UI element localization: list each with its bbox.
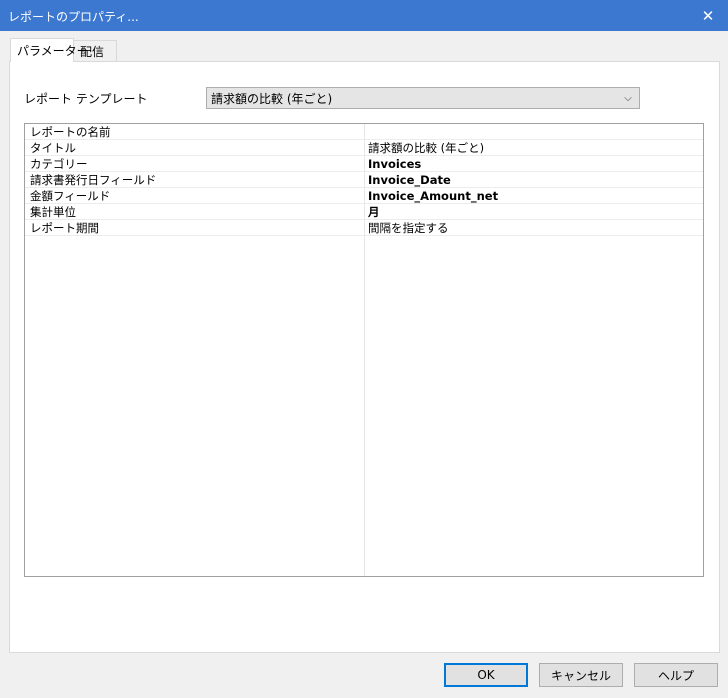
tab-parameters[interactable]: パラメーター	[10, 38, 89, 62]
property-value: Invoice_Date	[368, 173, 451, 187]
property-row-report-period[interactable]: レポート期間 間隔を指定する	[25, 220, 703, 236]
property-row-report-name[interactable]: レポートの名前	[25, 124, 703, 140]
property-row-aggregation-unit[interactable]: 集計単位 月	[25, 204, 703, 220]
property-row-title[interactable]: タイトル 請求額の比較 (年ごと)	[25, 140, 703, 156]
property-value: 請求額の比較 (年ごと)	[368, 141, 485, 155]
property-key: レポートの名前	[30, 125, 111, 139]
title-bar: レポートのプロパティ... ✕	[0, 0, 728, 31]
property-grid: レポートの名前 タイトル 請求額の比較 (年ごと) カテゴリー Invoices…	[24, 123, 704, 577]
property-row-amount-field[interactable]: 金額フィールド Invoice_Amount_net	[25, 188, 703, 204]
tab-panel: レポート テンプレート 請求額の比較 (年ごと) ⌵ レポートの名前 タイトル …	[9, 61, 720, 653]
property-key: 金額フィールド	[30, 189, 111, 203]
report-template-value: 請求額の比較 (年ごと)	[211, 91, 333, 106]
property-key: タイトル	[30, 141, 76, 155]
help-button[interactable]: ヘルプ	[634, 663, 718, 687]
property-key: カテゴリー	[30, 157, 88, 171]
property-value: 間隔を指定する	[368, 221, 449, 235]
property-row-category[interactable]: カテゴリー Invoices	[25, 156, 703, 172]
property-key: 集計単位	[30, 205, 76, 219]
cancel-button[interactable]: キャンセル	[539, 663, 623, 687]
report-template-dropdown[interactable]: 請求額の比較 (年ごと) ⌵	[206, 87, 640, 109]
property-value: Invoice_Amount_net	[368, 189, 499, 203]
close-icon[interactable]: ✕	[688, 0, 728, 31]
tab-parameters-label: パラメーター	[17, 44, 89, 58]
window-title: レポートのプロパティ...	[8, 10, 139, 24]
ok-button[interactable]: OK	[444, 663, 528, 687]
property-key: レポート期間	[30, 221, 99, 235]
property-value: 月	[368, 205, 380, 219]
property-value: Invoices	[368, 157, 422, 171]
property-key: 請求書発行日フィールド	[30, 173, 157, 187]
chevron-down-icon: ⌵	[624, 92, 632, 104]
property-row-invoice-date-field[interactable]: 請求書発行日フィールド Invoice_Date	[25, 172, 703, 188]
report-template-label: レポート テンプレート	[24, 92, 148, 106]
